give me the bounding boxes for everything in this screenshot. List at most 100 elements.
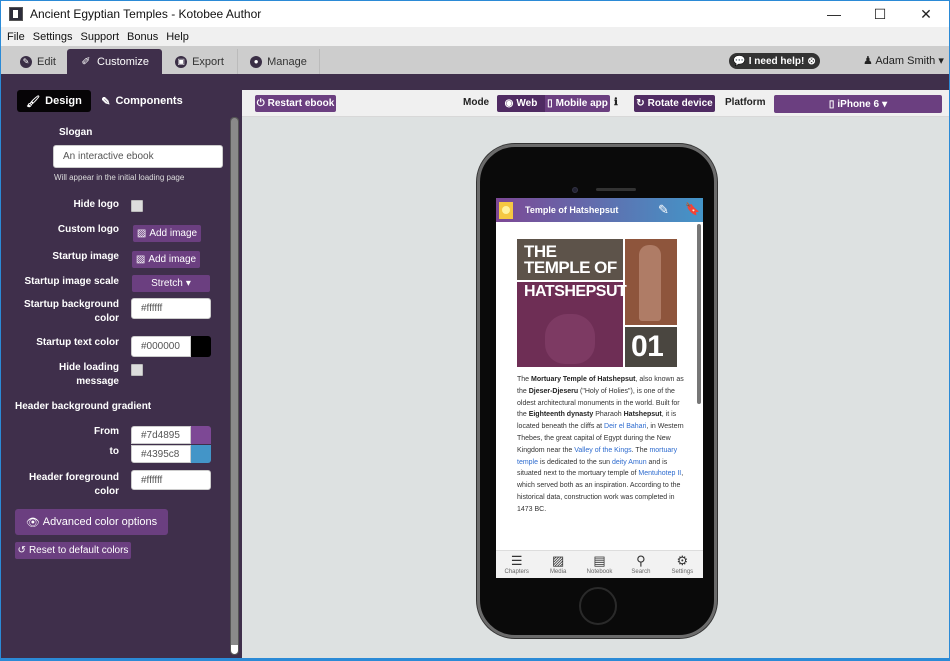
custom-logo-label: Custom logo — [57, 224, 119, 235]
gradient-to-swatch[interactable] — [191, 445, 211, 463]
header-fg-color-input[interactable]: #ffffff — [131, 470, 211, 490]
window-title: Ancient Egyptian Temples - Kotobee Autho… — [30, 7, 262, 21]
startup-image-label: Startup image — [52, 251, 119, 262]
tab-edit[interactable]: ✎ Edit — [9, 49, 67, 74]
menu-file[interactable]: File — [7, 31, 25, 43]
nav-settings[interactable]: ⚙ Settings — [662, 551, 703, 578]
close-circle-icon[interactable]: ⊗ — [807, 56, 815, 67]
tab-manage[interactable]: ● Manage — [238, 49, 320, 74]
startup-image-scale-dropdown[interactable]: Stretch ▾ — [132, 275, 210, 292]
hide-logo-label: Hide logo — [73, 199, 119, 210]
nav-search[interactable]: ⚲ Search — [620, 551, 661, 578]
plug-icon: ✎ — [101, 95, 111, 108]
mode-mobile-app-button[interactable]: ▯ Mobile app — [545, 95, 610, 112]
article-bold: Mortuary Temple of Hatshepsut — [531, 376, 636, 383]
nav-label: Media — [549, 569, 567, 575]
menu-help[interactable]: Help — [166, 31, 189, 43]
tab-export[interactable]: ▣ Export — [162, 49, 238, 74]
power-icon: ⏻ — [256, 98, 265, 109]
label-line2: color — [94, 313, 119, 324]
menu-bonus[interactable]: Bonus — [127, 31, 158, 43]
nav-label: Search — [631, 569, 651, 575]
cover-line3: HATSHEPSUT — [524, 283, 627, 300]
link-deity-amun[interactable]: deity Amun — [612, 459, 647, 466]
gradient-from-input[interactable]: #7d4895 — [131, 426, 191, 444]
bookmark-icon[interactable]: 🔖 — [685, 202, 700, 216]
mobile-label: Mobile app — [555, 98, 608, 109]
cover-statue-image — [639, 245, 661, 321]
rotate-icon: ↻ — [636, 98, 645, 109]
gear-icon: ⚙ — [676, 553, 689, 568]
preview-area: ⏻ Restart ebook Mode ◉ Web ▯ Mobile app ℹ ↻… — [242, 90, 949, 661]
mobile-icon: ▯ — [547, 98, 553, 109]
ebook-screen: Temple of Hatshepsut ✎ 🔖 THE TEMPLE OF H… — [496, 198, 703, 578]
eye-icon: 👁 — [25, 516, 40, 529]
maximize-button[interactable]: ☐ — [857, 1, 903, 27]
startup-text-color-input[interactable]: #000000 — [131, 336, 191, 357]
header-gradient-label: Header background gradient — [15, 401, 152, 412]
info-icon[interactable]: ℹ — [614, 97, 618, 108]
sidebar-tab-components[interactable]: ✎ Components — [99, 90, 185, 112]
startup-text-color-swatch[interactable] — [191, 336, 211, 357]
platform-label: Platform — [725, 97, 766, 108]
caret-down-icon: ▾ — [882, 98, 888, 110]
tab-manage-label: Manage — [267, 55, 307, 68]
startup-image-add-image-button[interactable]: ▨ Add image — [132, 251, 200, 268]
slogan-hint: Will appear in the initial loading page — [54, 173, 185, 182]
hide-loading-checkbox[interactable] — [131, 364, 143, 376]
label-line2: color — [94, 486, 119, 497]
title-bar: Ancient Egyptian Temples - Kotobee Autho… — [1, 1, 949, 27]
undo-icon: ↺ — [17, 545, 26, 556]
restart-ebook-button[interactable]: ⏻ Restart ebook — [255, 95, 336, 112]
nav-chapters[interactable]: ☰ Chapters — [496, 551, 537, 578]
mode-web-button[interactable]: ◉ Web — [497, 95, 545, 112]
ebook-bottom-nav: ☰ Chapters ▨ Media ▤ Notebook ⚲ Search ⚙ — [496, 550, 703, 578]
gradient-to-label: to — [109, 446, 119, 457]
nav-media[interactable]: ▨ Media — [537, 551, 578, 578]
platform-value: iPhone 6 — [837, 98, 880, 110]
slogan-input[interactable]: An interactive ebook — [53, 145, 223, 168]
help-button[interactable]: 💬 I need help! ⊗ — [729, 53, 820, 69]
nav-label: Chapters — [504, 569, 529, 575]
nav-label: Notebook — [586, 569, 613, 575]
link-deir-el-bahari[interactable]: Deir el Bahari — [604, 423, 646, 430]
tab-customize[interactable]: ✐ Customize — [67, 49, 162, 74]
sidebar-tab-design[interactable]: 🖌 Design — [17, 90, 91, 112]
preview-toolbar: ⏻ Restart ebook Mode ◉ Web ▯ Mobile app ℹ ↻… — [242, 90, 949, 117]
mode-label: Mode — [463, 97, 490, 108]
phone-home-button — [579, 587, 617, 625]
hide-logo-checkbox[interactable] — [131, 200, 143, 212]
image-icon: ▨ — [551, 553, 565, 568]
caret-down-icon: ▾ — [938, 55, 944, 67]
header-band — [1, 74, 949, 90]
platform-dropdown[interactable]: ▯ iPhone 6 ▾ — [774, 95, 942, 113]
reset-label: Reset to default colors — [28, 545, 129, 556]
ebook-logo-icon — [499, 201, 513, 219]
minimize-button[interactable]: — — [811, 1, 857, 27]
startup-bg-color-input[interactable]: #ffffff — [131, 298, 211, 319]
ebook-scrollbar[interactable] — [697, 224, 701, 404]
rotate-device-button[interactable]: ↻ Rotate device — [634, 95, 715, 112]
advanced-color-options-button[interactable]: 👁 Advanced color options — [15, 509, 168, 535]
nav-label: Settings — [671, 569, 694, 575]
rotate-label: Rotate device — [647, 98, 713, 109]
components-label: Components — [115, 95, 183, 107]
ebook-header-title[interactable]: Temple of Hatshepsut — [525, 205, 618, 215]
sidebar-scrollbar-end — [231, 645, 238, 654]
link-mentuhotep-ii[interactable]: Mentuhotep II — [638, 470, 681, 477]
image-icon: ▨ — [135, 254, 146, 265]
gradient-from-swatch[interactable] — [191, 426, 211, 444]
close-button[interactable]: ✕ — [903, 1, 949, 27]
link-valley-of-the-kings[interactable]: Valley of the Kings — [574, 447, 631, 454]
nav-notebook[interactable]: ▤ Notebook — [579, 551, 620, 578]
custom-logo-add-image-button[interactable]: ▨ Add image — [133, 225, 201, 242]
reset-default-colors-button[interactable]: ↺ Reset to default colors — [15, 542, 131, 559]
sidebar-scrollbar-thumb[interactable] — [231, 118, 238, 648]
menu-settings[interactable]: Settings — [33, 31, 73, 43]
user-menu[interactable]: ♟ Adam Smith ▾ — [863, 54, 944, 67]
export-icon: ▣ — [175, 55, 188, 68]
pencil-icon: ✎ — [20, 55, 33, 68]
pencil-icon[interactable]: ✎ — [658, 202, 669, 218]
gradient-to-input[interactable]: #4395c8 — [131, 445, 191, 463]
menu-support[interactable]: Support — [80, 31, 119, 43]
